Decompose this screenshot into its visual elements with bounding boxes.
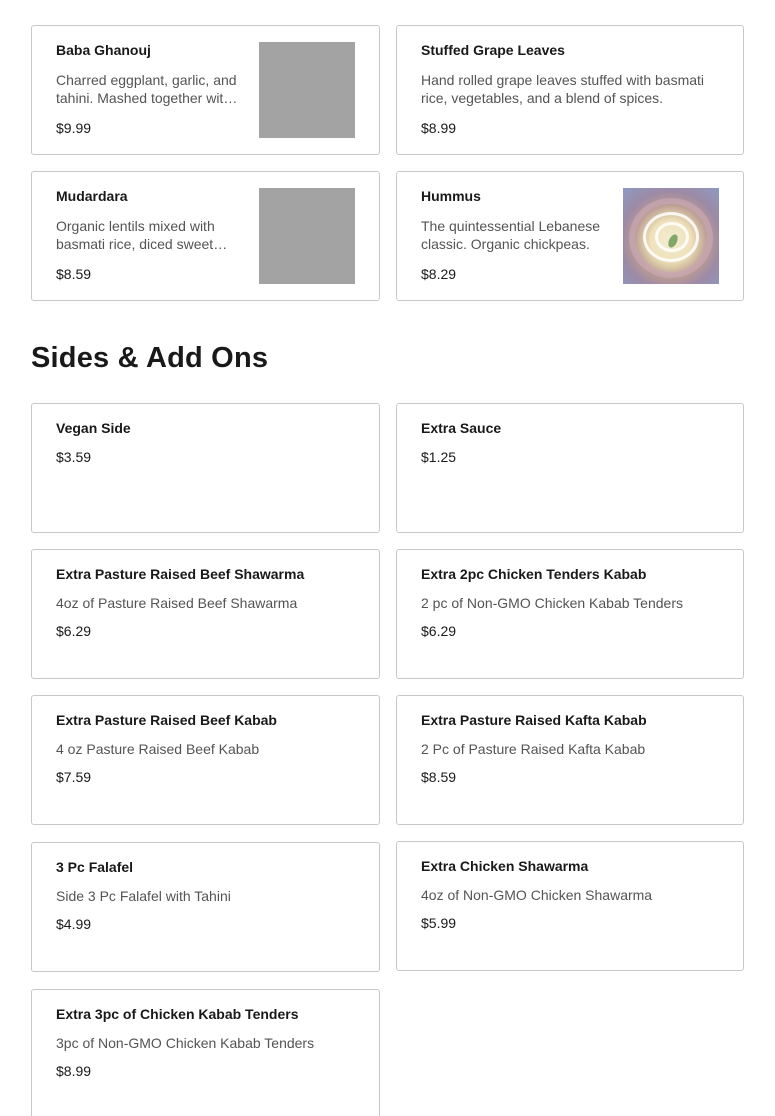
menu-item-name: Extra Pasture Raised Kafta Kabab [421, 712, 647, 728]
menu-item-price: $7.59 [56, 769, 92, 785]
menu-item-card-extra-sauce[interactable]: Extra Sauce $1.25 [396, 403, 744, 533]
menu-item-description: The quintessential Lebanese classic. Org… [421, 218, 601, 252]
menu-item-name: Hummus [421, 188, 481, 204]
menu-item-price: $1.25 [421, 449, 457, 465]
menu-item-card-extra-chicken-shawarma[interactable]: Extra Chicken Shawarma 4oz of Non-GMO Ch… [396, 841, 744, 971]
menu-item-card-mudardara[interactable]: Mudardara Organic lentils mixed with bas… [31, 171, 380, 301]
menu-item-price: $4.99 [56, 916, 92, 932]
menu-item-description: Hand rolled grape leaves stuffed with ba… [421, 72, 705, 106]
menu-item-card-extra-beef-kabab[interactable]: Extra Pasture Raised Beef Kabab 4 oz Pas… [31, 695, 380, 825]
menu-item-price: $8.29 [421, 266, 457, 282]
menu-item-name: Extra Pasture Raised Beef Shawarma [56, 566, 305, 582]
menu-item-description: Side 3 Pc Falafel with Tahini [56, 888, 231, 904]
menu-item-price: $6.29 [56, 623, 92, 639]
menu-item-name: Baba Ghanouj [56, 42, 151, 58]
menu-item-price: $9.99 [56, 120, 92, 136]
menu-item-name: Mudardara [56, 188, 128, 204]
menu-item-price: $8.99 [421, 120, 457, 136]
menu-item-description: 2 pc of Non-GMO Chicken Kabab Tenders [421, 595, 683, 611]
image-placeholder [259, 188, 355, 284]
menu-item-price: $8.59 [56, 266, 92, 282]
menu-item-description: 4oz of Non-GMO Chicken Shawarma [421, 887, 653, 903]
menu-item-card-stuffed-grape-leaves[interactable]: Stuffed Grape Leaves Hand rolled grape l… [396, 25, 744, 155]
menu-item-price: $6.29 [421, 623, 457, 639]
menu-item-name: Stuffed Grape Leaves [421, 42, 565, 58]
menu-item-price: $8.59 [421, 769, 457, 785]
hummus-photo [623, 188, 719, 284]
menu-item-card-extra-3pc-chicken-kabab-tenders[interactable]: Extra 3pc of Chicken Kabab Tenders 3pc o… [31, 989, 380, 1116]
image-placeholder [259, 42, 355, 138]
menu-page: Baba Ghanouj Charred eggplant, garlic, a… [0, 0, 775, 1116]
menu-item-card-baba-ghanouj[interactable]: Baba Ghanouj Charred eggplant, garlic, a… [31, 25, 380, 155]
menu-item-name: Extra Chicken Shawarma [421, 858, 589, 874]
menu-item-card-extra-kafta-kabab[interactable]: Extra Pasture Raised Kafta Kabab 2 Pc of… [396, 695, 744, 825]
menu-item-description: Charred eggplant, garlic, and tahini. Ma… [56, 72, 237, 106]
menu-item-name: Vegan Side [56, 420, 131, 436]
menu-item-price: $8.99 [56, 1063, 92, 1079]
menu-item-name: Extra 3pc of Chicken Kabab Tenders [56, 1006, 299, 1022]
menu-item-price: $3.59 [56, 449, 92, 465]
menu-item-description: 2 Pc of Pasture Raised Kafta Kabab [421, 741, 646, 757]
section-title: Sides & Add Ons [31, 342, 269, 374]
menu-item-name: 3 Pc Falafel [56, 859, 134, 875]
menu-item-name: Extra Sauce [421, 420, 502, 436]
menu-item-name: Extra 2pc Chicken Tenders Kabab [421, 566, 647, 582]
menu-item-card-vegan-side[interactable]: Vegan Side $3.59 [31, 403, 380, 533]
menu-item-card-hummus[interactable]: Hummus The quintessential Lebanese class… [396, 171, 744, 301]
menu-item-description: 3pc of Non-GMO Chicken Kabab Tenders [56, 1035, 315, 1051]
menu-item-card-extra-beef-shawarma[interactable]: Extra Pasture Raised Beef Shawarma 4oz o… [31, 549, 380, 679]
menu-item-card-3pc-falafel[interactable]: 3 Pc Falafel Side 3 Pc Falafel with Tahi… [31, 842, 380, 972]
menu-item-description: 4oz of Pasture Raised Beef Shawarma [56, 595, 298, 611]
menu-item-description: 4 oz Pasture Raised Beef Kabab [56, 741, 260, 757]
menu-item-price: $5.99 [421, 915, 457, 931]
menu-item-card-extra-chicken-tenders[interactable]: Extra 2pc Chicken Tenders Kabab 2 pc of … [396, 549, 744, 679]
menu-item-name: Extra Pasture Raised Beef Kabab [56, 712, 277, 728]
menu-item-description: Organic lentils mixed with basmati rice,… [56, 218, 215, 252]
